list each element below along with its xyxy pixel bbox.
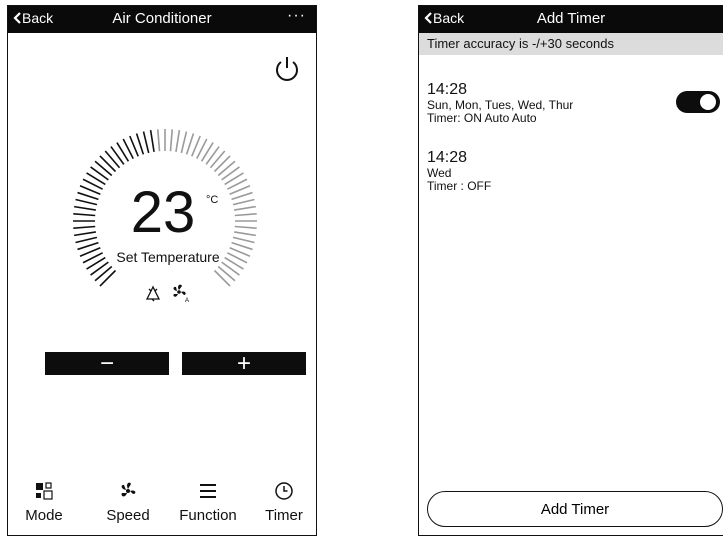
power-icon[interactable]	[272, 54, 302, 84]
dial-tick	[142, 131, 150, 154]
add-timer-screen: Back Add Timer Timer accuracy is -/+30 s…	[418, 5, 723, 536]
dial-tick	[234, 212, 257, 217]
timer-top-bar: Back Add Timer	[419, 6, 723, 33]
timer-detail: Timer: ON Auto Auto	[427, 111, 537, 125]
dial-tick	[73, 225, 96, 230]
temperature-value: 23	[130, 180, 196, 245]
nav-item-timer[interactable]: Timer	[248, 475, 316, 524]
dial-tick	[231, 241, 253, 251]
timer-detail: Timer : OFF	[427, 179, 492, 193]
dial-tick	[75, 236, 98, 244]
dial-tick	[99, 269, 117, 287]
recycle-icon	[145, 285, 161, 302]
dial-tick	[185, 133, 195, 155]
nav-label-timer: Timer	[265, 507, 303, 524]
increase-temperature-button[interactable]: +	[182, 351, 306, 375]
dial-tick	[149, 130, 155, 152]
mode-icon	[36, 482, 53, 500]
page-title: Add Timer	[536, 10, 606, 27]
status-icons: A	[145, 284, 189, 303]
more-options-button[interactable]: ···	[287, 7, 306, 25]
timer-time: 14:28	[427, 149, 468, 166]
dial-tick	[213, 269, 231, 287]
dial-tick	[74, 231, 96, 237]
fan-icon	[121, 482, 136, 497]
timer-time: 14:28	[427, 81, 468, 98]
dial-tick	[180, 131, 188, 154]
ac-top-bar: Back Air Conditioner ···	[8, 6, 316, 33]
set-temperature-label: Set Temperature	[116, 249, 220, 265]
dial-tick	[231, 191, 253, 201]
bottom-navigation: Mode Speed Function Timer	[8, 475, 316, 535]
page-title: Air Conditioner	[112, 10, 212, 27]
dial-tick	[135, 133, 145, 155]
dial-tick	[104, 150, 121, 169]
auto-fan-icon: A	[173, 284, 189, 303]
dial-tick	[234, 205, 256, 211]
air-conditioner-screen: Back Air Conditioner ··· 23 °C Set Tempe…	[7, 5, 317, 536]
dial-tick	[94, 265, 113, 282]
timer-toggle[interactable]	[676, 91, 720, 113]
dial-tick	[234, 225, 257, 230]
dial-tick	[94, 160, 113, 177]
add-timer-button[interactable]: Add Timer	[427, 491, 723, 527]
dial-tick	[175, 130, 181, 152]
temperature-unit: °C	[206, 194, 219, 206]
clock-icon	[275, 482, 293, 500]
decrease-temperature-button[interactable]: −	[45, 351, 169, 375]
toggle-knob	[700, 94, 716, 110]
nav-label-mode: Mode	[25, 507, 63, 524]
nav-label-function: Function	[179, 507, 237, 524]
timer-accuracy-banner: Timer accuracy is -/+30 seconds	[419, 33, 723, 55]
dial-tick	[209, 150, 226, 169]
dial-tick	[217, 265, 236, 282]
dial-tick	[234, 231, 256, 237]
menu-icon	[200, 484, 216, 498]
svg-text:A: A	[185, 298, 189, 303]
dial-tick	[73, 212, 96, 217]
dial-tick	[77, 191, 99, 201]
dial-tick	[232, 198, 255, 206]
timer-entry[interactable]: 14:28 Wed Timer : OFF	[427, 149, 687, 193]
dial-tick	[217, 160, 236, 177]
dial-tick	[74, 205, 96, 211]
dial-tick	[169, 129, 174, 152]
nav-item-function[interactable]: Function	[172, 475, 244, 524]
nav-label-speed: Speed	[106, 507, 150, 524]
dial-tick	[75, 198, 98, 206]
timer-entry[interactable]: 14:28 Sun, Mon, Tues, Wed, Thur Timer: O…	[427, 81, 687, 125]
dial-tick	[99, 155, 117, 173]
dial-tick	[77, 241, 99, 251]
nav-item-mode[interactable]: Mode	[8, 475, 80, 524]
dial-tick	[156, 129, 161, 152]
dial-tick	[213, 155, 231, 173]
dial-tick	[232, 236, 255, 244]
nav-item-speed[interactable]: Speed	[92, 475, 164, 524]
